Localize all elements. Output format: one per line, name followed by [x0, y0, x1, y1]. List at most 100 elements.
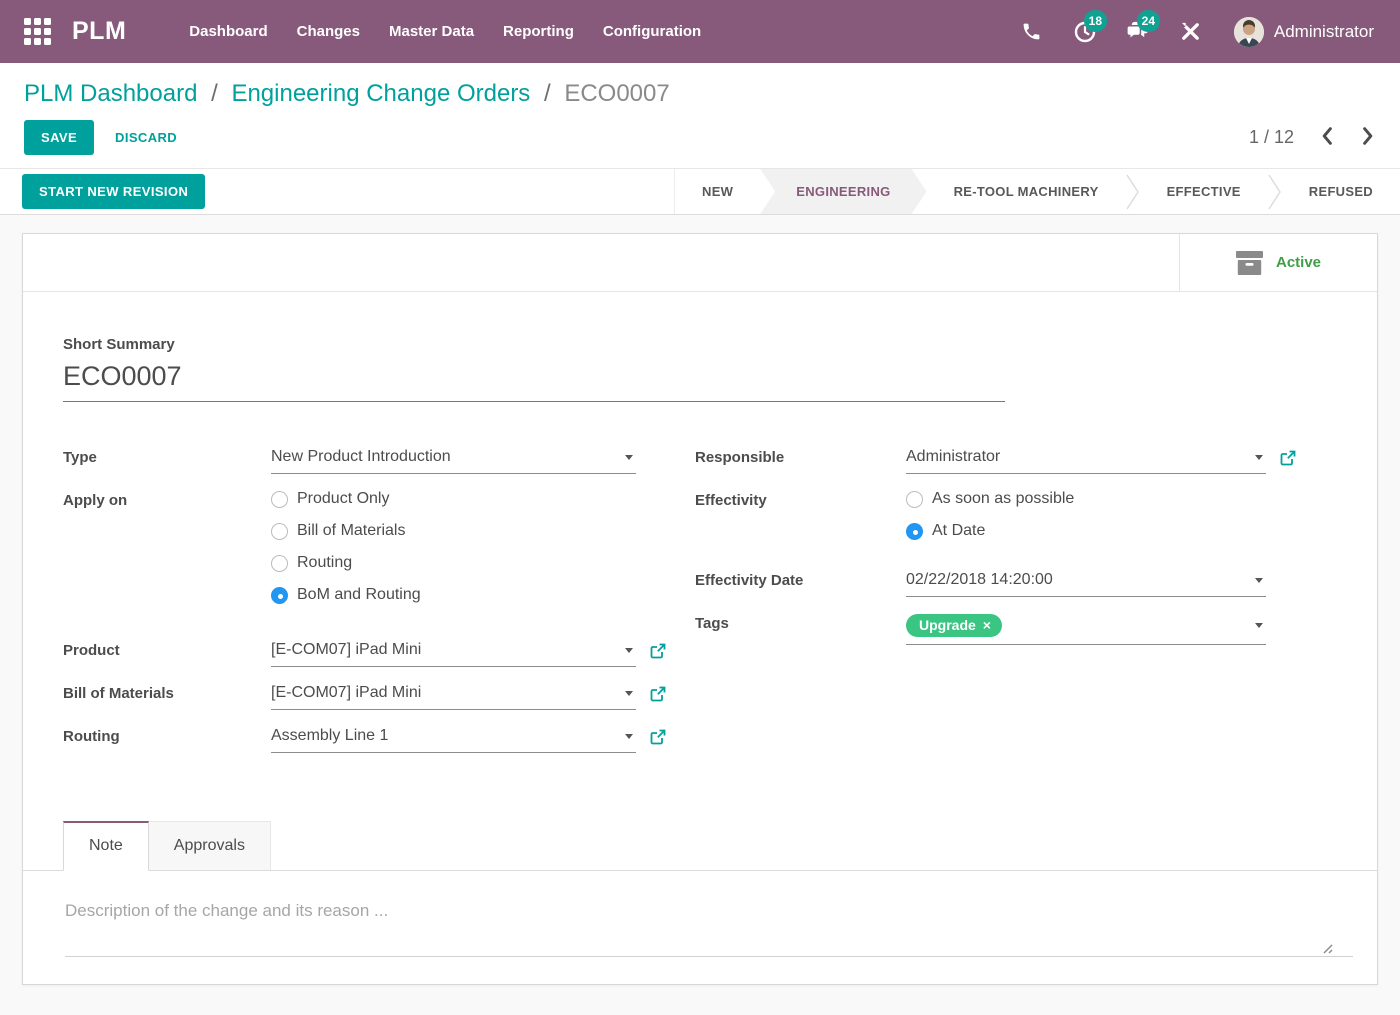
type-label: Type — [63, 444, 271, 466]
menu-item-configuration[interactable]: Configuration — [603, 17, 701, 46]
dropdown-caret-icon — [625, 455, 633, 460]
effectivity-date-label: Effectivity Date — [695, 567, 906, 589]
radio-icon-selected[interactable] — [906, 523, 923, 540]
phone-icon[interactable] — [1019, 19, 1045, 45]
stage-separator-icon — [1126, 169, 1140, 214]
radio-icon[interactable] — [271, 491, 288, 508]
left-column: Type New Product Introduction Apply on P… — [63, 444, 695, 766]
pager-value: 1 / 12 — [1249, 127, 1294, 148]
radio-routing[interactable]: Routing — [271, 554, 636, 572]
routing-external-link-icon[interactable] — [650, 729, 666, 745]
type-value: New Product Introduction — [271, 448, 625, 466]
pager-next-button[interactable] — [1360, 125, 1376, 150]
radio-icon[interactable] — [271, 555, 288, 572]
form-sheet: Active Short Summary ECO0007 Type New Pr… — [22, 233, 1378, 985]
resize-handle-icon[interactable] — [1320, 941, 1333, 954]
user-avatar[interactable] — [1234, 17, 1264, 47]
stage-re-tool-machinery[interactable]: RE-TOOL MACHINERY — [927, 169, 1126, 214]
control-panel: PLM Dashboard / Engineering Change Order… — [0, 63, 1400, 168]
activity-clock-icon[interactable]: 18 — [1072, 19, 1098, 45]
stage-engineering[interactable]: ENGINEERING — [760, 169, 926, 214]
start-new-revision-button[interactable]: START NEW REVISION — [22, 174, 205, 209]
radio-product-only[interactable]: Product Only — [271, 490, 636, 508]
dropdown-caret-icon — [1255, 578, 1263, 583]
form-body: Short Summary ECO0007 Type New Product I… — [23, 292, 1377, 766]
systray: 18 24 — [992, 17, 1374, 47]
app-title: PLM — [72, 17, 126, 46]
responsible-select[interactable]: Administrator — [906, 444, 1266, 474]
breadcrumb-current: ECO0007 — [564, 80, 669, 107]
short-summary-input[interactable]: ECO0007 — [63, 356, 1005, 402]
responsible-value: Administrator — [906, 448, 1255, 466]
menu-item-master-data[interactable]: Master Data — [389, 17, 474, 46]
effectivity-date-input[interactable]: 02/22/2018 14:20:00 — [906, 567, 1266, 597]
menu-item-reporting[interactable]: Reporting — [503, 17, 574, 46]
apply-on-label: Apply on — [63, 487, 271, 509]
notebook-tabs: Note Approvals — [23, 821, 1377, 871]
bom-external-link-icon[interactable] — [650, 686, 666, 702]
responsible-label: Responsible — [695, 444, 906, 466]
routing-value: Assembly Line 1 — [271, 727, 625, 745]
dropdown-caret-icon — [1255, 623, 1263, 628]
save-button[interactable]: SAVE — [24, 120, 94, 155]
radio-icon-selected[interactable] — [271, 587, 288, 604]
menu-item-dashboard[interactable]: Dashboard — [189, 17, 267, 46]
activity-badge: 18 — [1084, 10, 1107, 32]
radio-bill-of-materials[interactable]: Bill of Materials — [271, 522, 636, 540]
product-label: Product — [63, 637, 271, 659]
routing-label: Routing — [63, 723, 271, 745]
radio-bom-and-routing[interactable]: BoM and Routing — [271, 586, 636, 604]
breadcrumb-plm-dashboard[interactable]: PLM Dashboard — [24, 80, 197, 107]
breadcrumb-change-orders[interactable]: Engineering Change Orders — [231, 80, 530, 107]
breadcrumb-separator: / — [544, 80, 551, 107]
radio-at-date[interactable]: At Date — [906, 522, 1266, 540]
product-select[interactable]: [E-COM07] iPad Mini — [271, 637, 636, 667]
stage-new[interactable]: NEW — [675, 169, 760, 214]
active-archive-button[interactable]: Active — [1179, 234, 1377, 291]
type-select[interactable]: New Product Introduction — [271, 444, 636, 474]
short-summary-label: Short Summary — [63, 336, 1337, 353]
top-nav-bar: PLM Dashboard Changes Master Data Report… — [0, 0, 1400, 63]
archive-box-icon — [1236, 251, 1263, 275]
apply-on-radio-group: Product Only Bill of Materials Routing — [271, 487, 636, 618]
breadcrumb-separator: / — [211, 80, 218, 107]
breadcrumb: PLM Dashboard / Engineering Change Order… — [24, 79, 1376, 109]
tags-label: Tags — [695, 610, 906, 632]
stage-effective[interactable]: EFFECTIVE — [1140, 169, 1268, 214]
stage-refused[interactable]: REFUSED — [1282, 169, 1400, 214]
effectivity-label: Effectivity — [695, 487, 906, 509]
responsible-external-link-icon[interactable] — [1280, 450, 1296, 466]
discard-button[interactable]: DISCARD — [115, 130, 177, 145]
apps-menu-icon[interactable] — [24, 18, 51, 45]
tag-label: Upgrade — [919, 617, 976, 633]
radio-as-soon-as-possible[interactable]: As soon as possible — [906, 490, 1266, 508]
radio-icon[interactable] — [271, 523, 288, 540]
menu-item-changes[interactable]: Changes — [297, 17, 360, 46]
tools-icon[interactable] — [1178, 19, 1204, 45]
user-name[interactable]: Administrator — [1274, 22, 1374, 42]
messages-icon[interactable]: 24 — [1125, 19, 1151, 45]
button-box: Active — [23, 234, 1377, 292]
pager-previous-button[interactable] — [1319, 125, 1335, 150]
tag-upgrade[interactable]: Upgrade × — [906, 614, 1002, 637]
product-external-link-icon[interactable] — [650, 643, 666, 659]
bom-value: [E-COM07] iPad Mini — [271, 684, 625, 702]
tag-remove-icon[interactable]: × — [983, 617, 991, 633]
note-description-textarea[interactable] — [65, 883, 1353, 957]
bom-select[interactable]: [E-COM07] iPad Mini — [271, 680, 636, 710]
radio-icon[interactable] — [906, 491, 923, 508]
stage-separator-icon — [1268, 169, 1282, 214]
action-row: SAVE DISCARD 1 / 12 — [24, 120, 1376, 168]
dropdown-caret-icon — [625, 648, 633, 653]
note-tab-content — [65, 871, 1351, 962]
chevron-right-icon — [1362, 127, 1374, 145]
messages-badge: 24 — [1137, 10, 1160, 32]
tags-input[interactable]: Upgrade × — [906, 610, 1266, 645]
tab-note[interactable]: Note — [63, 821, 149, 871]
effectivity-radio-group: As soon as possible At Date — [906, 487, 1266, 554]
product-value: [E-COM07] iPad Mini — [271, 641, 625, 659]
tab-approvals[interactable]: Approvals — [149, 821, 271, 870]
dropdown-caret-icon — [1255, 455, 1263, 460]
routing-select[interactable]: Assembly Line 1 — [271, 723, 636, 753]
chevron-left-icon — [1321, 127, 1333, 145]
